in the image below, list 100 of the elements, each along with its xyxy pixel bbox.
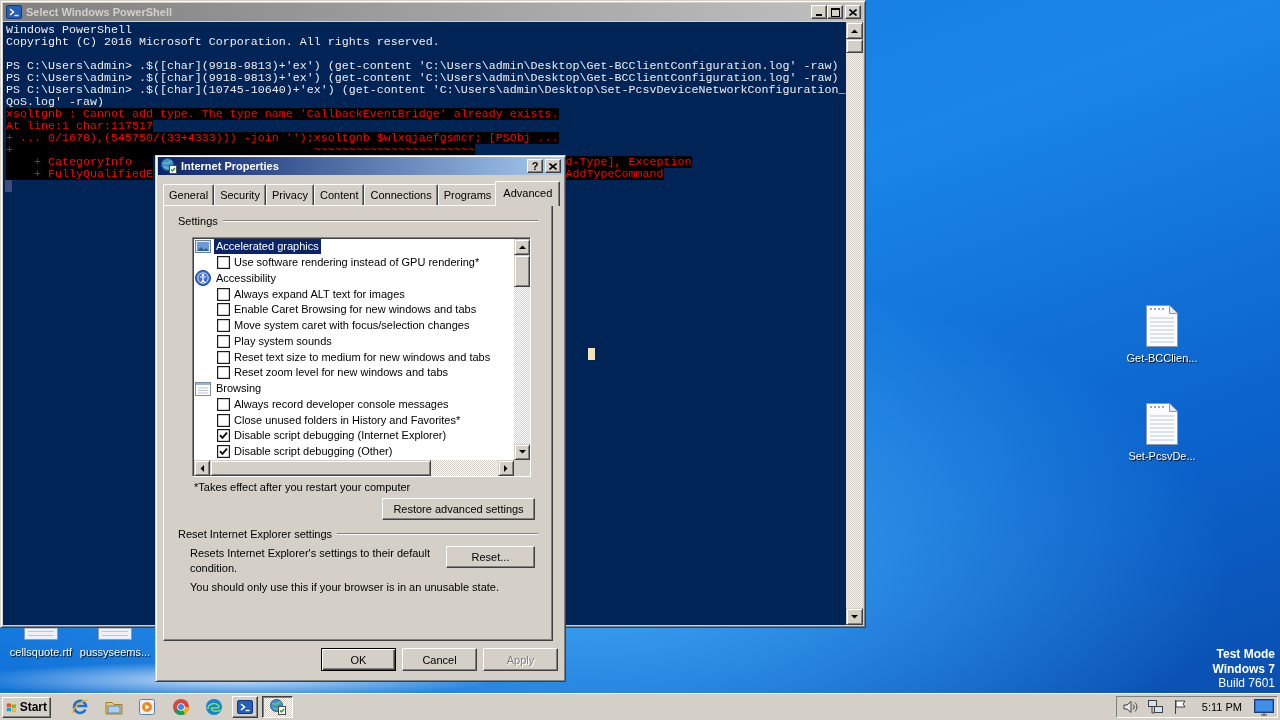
file-name[interactable]: Get-BCClien... [1126,352,1198,365]
option-label[interactable]: Enable Caret Browsing for new windows and tabs [232,302,479,318]
category-label[interactable]: Browsing [214,381,264,397]
window-flag-icon [6,700,17,714]
error-text: d-Type], Exception [565,156,692,168]
right-arrow-icon [504,464,508,472]
group-label: Reset Internet Explorer settings [178,528,333,540]
console-text: PS C:\Users\admin> .$([char](9918-9813)+'ex') (get-content 'C:\Users\admin\Desktop\Get-BCClientConfiguration.log' -raw) [6,60,839,72]
option-label[interactable]: Always record developer console messages [232,396,451,412]
scroll-thumb[interactable] [514,255,530,287]
network-icon[interactable] [1147,699,1164,715]
tab[interactable]: General [163,184,215,205]
scroll-right-button[interactable] [498,460,514,476]
desktop-notice-text: Build 7601 [1217,676,1275,691]
up-arrow-icon [518,245,526,249]
tab[interactable]: Security [214,184,266,205]
scroll-down-button[interactable] [514,444,530,460]
option-label[interactable]: Close unused folders in History and Favorites* [232,412,463,428]
tab[interactable]: Privacy [265,184,314,205]
terminal-icon [237,699,253,715]
checkbox[interactable] [217,256,230,270]
restore-button[interactable]: Restore advanced settings [382,498,535,520]
maximize-icon [830,7,840,17]
checkbox[interactable] [217,287,230,301]
vertical-scrollbar[interactable] [846,22,863,625]
document-icon[interactable] [1146,403,1178,445]
scrollbar-corner [514,460,530,476]
tab[interactable]: Content [313,184,365,205]
document-icon[interactable] [1146,305,1178,347]
tab[interactable]: Programs [437,184,498,205]
checkbox[interactable] [217,397,230,411]
dialog-button[interactable]: Cancel [402,648,477,671]
error-text: + ~~~~~~~~~~~~~~~~~~~~~~~ [6,144,475,156]
down-arrow-icon [851,614,858,619]
option-label[interactable]: Disable script debugging (Internet Explorer) [232,428,449,444]
globe-document-icon [161,158,177,174]
tab[interactable]: Advanced [495,181,561,206]
close-button[interactable] [545,159,561,173]
console-text: PS C:\Users\admin> .$([char](10745-10640)+'ex') (get-content 'C:\Users\admin\Desktop\Set-PcsvDeviceNetworkConfiguration_ [6,84,846,96]
desktop-notice-text: Test Mode [1215,647,1275,662]
globe-document-icon [269,699,286,715]
option-label[interactable]: Use software rendering instead of GPU rendering* [232,255,482,271]
terminal-icon [6,4,22,20]
checkbox[interactable] [217,319,230,333]
group-label: Settings [178,215,218,227]
cursor-icon [5,180,12,192]
checkbox[interactable] [217,413,230,427]
scroll-thumb[interactable] [846,39,863,53]
clock-time[interactable]: 5:11 PM [1201,701,1242,713]
option-label[interactable]: Always expand ALT text for images [232,286,407,302]
vertical-scrollbar[interactable] [514,239,530,460]
console-text: PS C:\Users\admin> .$([char](9918-9813)+'ex') (get-content 'C:\Users\admin\Desktop\Get-BCClientConfiguration.log' -raw) [6,72,839,84]
checkbox[interactable] [217,334,230,348]
letter-e-icon[interactable] [71,698,89,716]
monitor-icon[interactable] [1254,698,1274,716]
checkbox[interactable] [217,303,230,317]
up-arrow-icon [851,28,858,33]
error-text: xsoltgnb : Cannot add type. The type name 'CallbackEventBridge' already exists. [6,108,559,120]
cursor-icon [588,348,595,360]
down-arrow-icon [518,450,526,454]
horizontal-scrollbar[interactable] [194,460,514,476]
file-name[interactable]: Set-PcsvDe... [1128,450,1196,463]
checkbox[interactable] [217,429,230,443]
option-label[interactable]: Disable script debugging (Other) [232,444,395,460]
description-text: Resets Internet Explorer's settings to their default condition. [190,546,431,576]
speaker-icon[interactable] [1122,699,1139,715]
window-title: Select Windows PowerShell [26,5,173,19]
picture-icon [195,239,211,255]
error-text: + FullyQualifiedE [6,168,153,180]
circle-logo-icon[interactable] [171,698,190,716]
swirl-icon[interactable] [205,698,223,716]
taskbar-button[interactable] [262,696,293,718]
file-name[interactable]: pussyseems... [79,646,151,659]
help-button[interactable]: ? [527,159,543,173]
checkbox[interactable] [217,350,230,364]
tab[interactable]: Connections [364,184,438,205]
option-label[interactable]: Reset text size to medium for new windows and tabs [232,349,493,365]
scroll-left-button[interactable] [194,460,210,476]
console-text: Copyright (C) 2016 Microsoft Corporation. All rights reserved. [6,36,440,48]
option-label[interactable]: Move system caret with focus/selection changes [232,318,472,334]
window-title: Internet Properties [181,159,280,173]
scroll-up-button[interactable] [514,239,530,255]
checkbox[interactable] [217,366,230,380]
category-label[interactable]: Accessibility [214,270,278,286]
file-name[interactable]: cellsquote.rtf [9,646,73,659]
option-label[interactable]: Play system sounds [232,333,334,349]
error-text: At line:1 char:117517 [6,120,153,132]
play-icon[interactable] [138,698,156,716]
settings-list[interactable] [192,237,531,477]
flag-icon[interactable] [1172,699,1187,715]
scroll-down-button[interactable] [846,608,863,625]
category-label[interactable]: Accelerated graphics [214,239,321,255]
reset-button[interactable]: Reset... [446,546,535,568]
start-button[interactable]: Start [2,696,51,718]
console-text: Windows PowerShell [6,24,132,36]
checkbox[interactable] [217,445,230,459]
scroll-up-button[interactable] [846,22,863,39]
scroll-thumb[interactable] [210,460,431,476]
dialog-button[interactable]: OK [321,648,396,671]
option-label[interactable]: Reset zoom level for new windows and tabs [232,365,450,381]
